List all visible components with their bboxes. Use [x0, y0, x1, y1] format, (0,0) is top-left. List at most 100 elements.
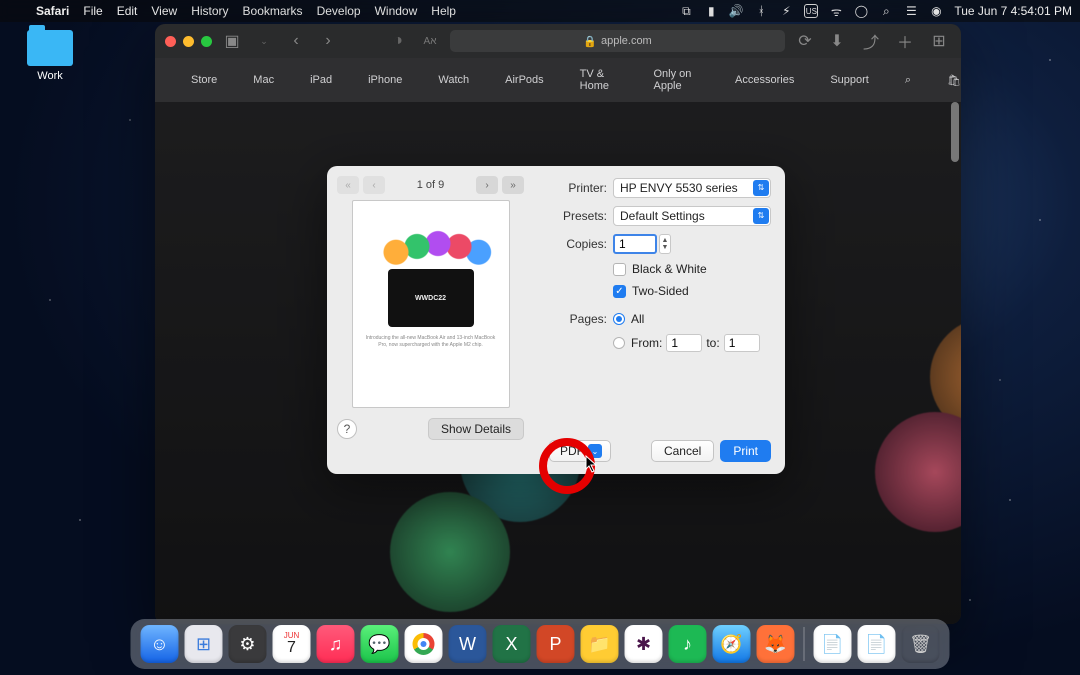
dock-finder[interactable]: ☺	[141, 625, 179, 663]
dock-word[interactable]: W	[449, 625, 487, 663]
menu-view[interactable]: View	[151, 4, 177, 18]
window-close-button[interactable]	[165, 36, 176, 47]
menubar: Safari File Edit View History Bookmarks …	[0, 0, 1080, 22]
window-zoom-button[interactable]	[201, 36, 212, 47]
wifi-icon[interactable]: ᯤ	[829, 4, 843, 18]
menubar-clock[interactable]: Tue Jun 7 4:54:01 PM	[954, 4, 1072, 18]
preview-headline: WWDC22	[388, 269, 474, 327]
presets-select[interactable]: Default Settings ⇅	[613, 206, 771, 226]
chevron-updown-icon: ⇅	[753, 180, 769, 196]
nav-store[interactable]: Store	[191, 74, 217, 86]
nav-airpods[interactable]: AirPods	[505, 74, 544, 86]
dock-music[interactable]: ♫	[317, 625, 355, 663]
battery-icon[interactable]: ⚡︎	[779, 4, 793, 18]
siri-icon[interactable]: ◉	[929, 4, 943, 18]
menu-file[interactable]: File	[83, 4, 102, 18]
menu-develop[interactable]: Develop	[317, 4, 361, 18]
nav-mac[interactable]: Mac	[253, 74, 274, 86]
dock-firefox[interactable]: 🦊	[757, 625, 795, 663]
volume-icon[interactable]: 🔊	[729, 4, 743, 18]
twosided-checkbox[interactable]: ✓	[613, 285, 626, 298]
forward-button[interactable]: ›	[316, 31, 340, 51]
dock-launchpad[interactable]: ⊞	[185, 625, 223, 663]
copies-field[interactable]	[613, 234, 657, 254]
menu-bookmarks[interactable]: Bookmarks	[243, 4, 303, 18]
show-details-button[interactable]: Show Details	[428, 418, 524, 440]
dock-folder[interactable]: 📁	[581, 625, 619, 663]
share-icon[interactable]: ⤴︎	[859, 31, 883, 51]
print-button[interactable]: Print	[720, 440, 771, 462]
copies-stepper[interactable]: ▲▼	[659, 234, 671, 254]
back-button[interactable]: ‹	[284, 31, 308, 51]
dock-safari[interactable]: 🧭	[713, 625, 751, 663]
user-icon[interactable]: ◯	[854, 4, 868, 18]
printer-select[interactable]: HP ENVY 5530 series ⇅	[613, 178, 771, 198]
pages-to-field[interactable]	[724, 334, 760, 352]
bw-label: Black & White	[632, 262, 707, 276]
nav-onlyapple[interactable]: Only on Apple	[653, 68, 699, 92]
dock-chrome[interactable]	[405, 625, 443, 663]
dock-spotify[interactable]: ♪	[669, 625, 707, 663]
dock-file-2[interactable]: 📄	[858, 625, 896, 663]
bluetooth-icon[interactable]: ᚼ	[754, 4, 768, 18]
menu-history[interactable]: History	[191, 4, 228, 18]
scrollbar[interactable]	[951, 102, 959, 624]
desktop-folder-work[interactable]: Work	[20, 30, 80, 82]
apple-menu-icon[interactable]	[8, 4, 22, 18]
nav-bag-icon[interactable]: 🛍︎	[947, 74, 961, 87]
help-button[interactable]: ?	[337, 419, 357, 439]
prev-page-button[interactable]: ‹	[363, 176, 385, 194]
page-indicator: 1 of 9	[389, 179, 472, 191]
shield-icon[interactable]: ◑	[386, 31, 410, 51]
print-preview: WWDC22 Introducing the all-new MacBook A…	[352, 200, 510, 408]
nav-ipad[interactable]: iPad	[310, 74, 332, 86]
dock-file-1[interactable]: 📄	[814, 625, 852, 663]
menu-window[interactable]: Window	[375, 4, 418, 18]
nav-tvhome[interactable]: TV & Home	[580, 68, 618, 92]
cancel-button[interactable]: Cancel	[651, 440, 714, 462]
spotlight-icon[interactable]: ⌕	[879, 4, 893, 18]
nav-accessories[interactable]: Accessories	[735, 74, 794, 86]
reload-button[interactable]: ⟳	[793, 31, 817, 51]
last-page-button[interactable]: »	[502, 176, 524, 194]
sidebar-toggle-icon[interactable]: ▣	[220, 31, 244, 51]
menu-edit[interactable]: Edit	[117, 4, 138, 18]
bw-checkbox[interactable]	[613, 263, 626, 276]
address-bar[interactable]: 🔒 apple.com	[450, 30, 785, 52]
dock-messages[interactable]: 💬	[361, 625, 399, 663]
input-source-icon[interactable]: US	[804, 4, 818, 18]
text-size-icon[interactable]: Aא	[418, 31, 442, 51]
pages-range-radio[interactable]	[613, 337, 625, 349]
dock-excel[interactable]: X	[493, 625, 531, 663]
device-icon[interactable]: ▮	[704, 4, 718, 18]
scrollbar-thumb[interactable]	[951, 102, 959, 162]
nav-watch[interactable]: Watch	[438, 74, 469, 86]
nav-iphone[interactable]: iPhone	[368, 74, 402, 86]
downloads-icon[interactable]: ⬇︎	[825, 31, 849, 51]
caret-down-icon[interactable]: ⌄	[252, 31, 276, 51]
dock-settings[interactable]: ⚙︎	[229, 625, 267, 663]
nav-support[interactable]: Support	[830, 74, 869, 86]
copies-label: Copies:	[549, 237, 607, 251]
dock-powerpoint[interactable]: P	[537, 625, 575, 663]
menu-help[interactable]: Help	[431, 4, 456, 18]
next-page-button[interactable]: ›	[476, 176, 498, 194]
dock-separator	[804, 627, 805, 661]
tab-overview-icon[interactable]: ⊞	[927, 31, 951, 51]
dropbox-icon[interactable]: ⧉	[679, 4, 693, 18]
dock-trash[interactable]: 🗑︎	[902, 625, 940, 663]
dock-calendar[interactable]: JUN7	[273, 625, 311, 663]
menubar-app-name[interactable]: Safari	[36, 4, 69, 18]
new-tab-button[interactable]: ＋	[893, 31, 917, 51]
control-center-icon[interactable]: ☰	[904, 4, 918, 18]
printer-label: Printer:	[549, 181, 607, 195]
twosided-label: Two-Sided	[632, 284, 689, 298]
presets-value: Default Settings	[620, 209, 705, 223]
window-minimize-button[interactable]	[183, 36, 194, 47]
pages-from-field[interactable]	[666, 334, 702, 352]
first-page-button[interactable]: «	[337, 176, 359, 194]
dock-slack[interactable]: ✱	[625, 625, 663, 663]
nav-search-icon[interactable]: ⌕	[905, 74, 911, 87]
pdf-dropdown-button[interactable]: PDF ⌄	[549, 440, 611, 462]
pages-all-radio[interactable]	[613, 313, 625, 325]
